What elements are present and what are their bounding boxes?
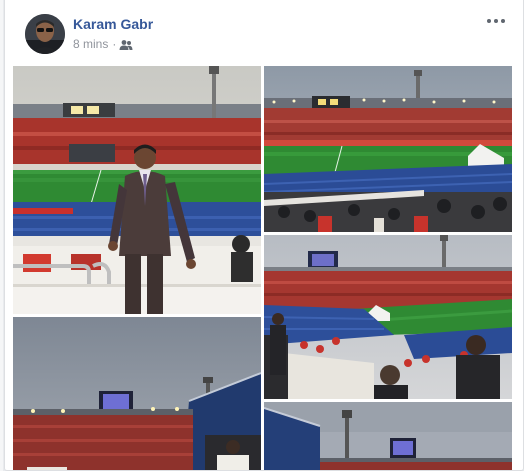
avatar-image [25,14,65,54]
stadium-photo-pitch-view[interactable] [264,66,512,232]
stadium-photo-man-standing[interactable] [13,66,261,314]
post-header: Karam Gabr 8 mins · [5,0,523,66]
post-timestamp[interactable]: 8 mins [73,37,108,51]
page-background-strip [0,0,3,471]
stadium-photo-scoreboard[interactable] [264,402,512,470]
friends-icon[interactable] [119,38,133,50]
stadium-photo-dusk-sky[interactable] [13,317,261,470]
stadium-photo-crowd-seats[interactable] [264,235,512,399]
author-avatar[interactable] [25,14,65,54]
post-meta: 8 mins · [73,37,133,51]
more-options-icon[interactable] [485,12,507,30]
feed-post-card: Karam Gabr 8 mins · [4,0,524,471]
meta-separator: · [112,37,117,51]
author-name-link[interactable]: Karam Gabr [73,16,153,32]
